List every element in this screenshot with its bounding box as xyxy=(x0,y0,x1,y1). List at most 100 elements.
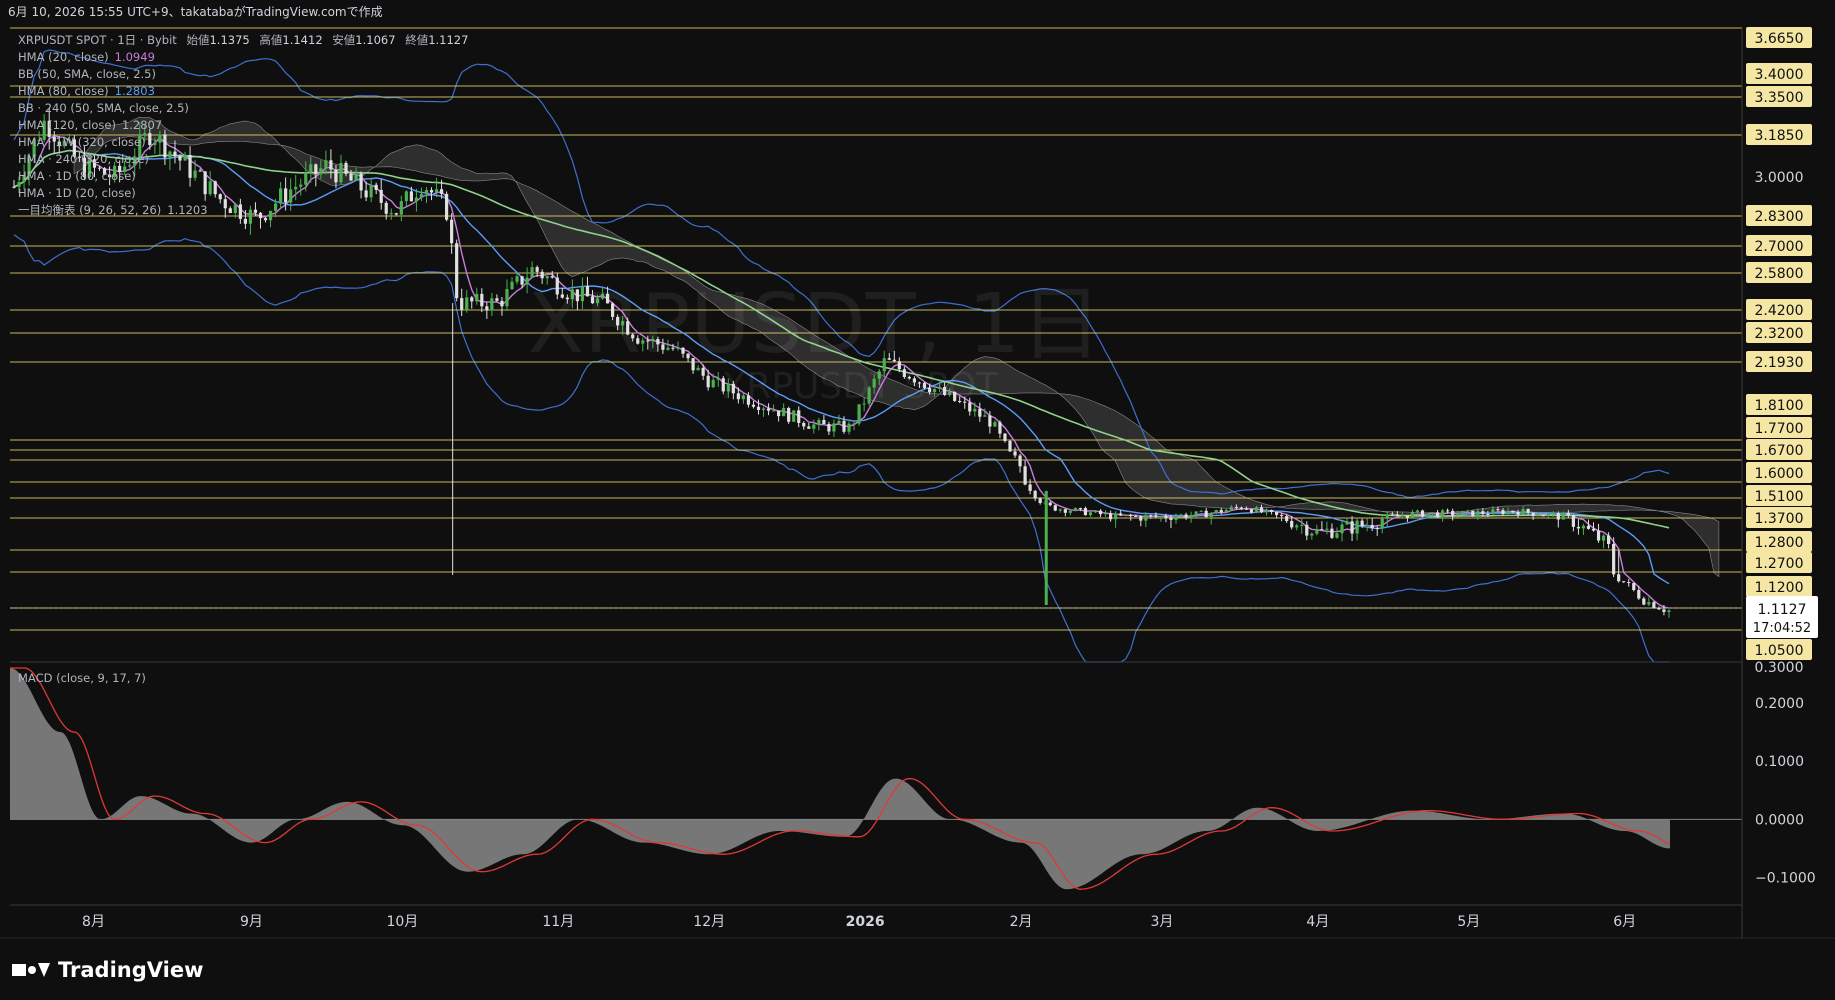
candle-body xyxy=(1627,582,1631,584)
low-value: 1.1067 xyxy=(355,33,396,47)
level-label: 1.0500 xyxy=(1755,643,1804,659)
macd-tick: 0.2000 xyxy=(1755,696,1804,712)
close-value: 1.1127 xyxy=(428,33,469,47)
high-value: 1.1412 xyxy=(282,33,323,47)
candle-body xyxy=(1405,515,1409,518)
candle-body xyxy=(1078,508,1083,510)
candle-body xyxy=(1219,510,1223,513)
candle-body xyxy=(1370,524,1374,529)
candle-body xyxy=(1280,515,1284,517)
level-label: 1.7700 xyxy=(1755,421,1804,437)
level-label: 2.3200 xyxy=(1755,326,1804,342)
candle-body xyxy=(1114,513,1118,520)
low-label: 安値 xyxy=(332,33,356,47)
candle-body xyxy=(771,410,776,412)
candle-body xyxy=(1028,484,1032,491)
candle-body xyxy=(1103,513,1108,515)
candle-body xyxy=(1048,502,1052,506)
candle-body xyxy=(807,426,811,429)
symbol-row[interactable]: XRPUSDT SPOT · 1日 · Bybit 始値1.1375 高値1.1… xyxy=(18,32,468,49)
current-price-countdown: 17:04:52 xyxy=(1753,621,1811,636)
tradingview-logo[interactable]: TradingView xyxy=(12,958,203,982)
level-label: 2.7000 xyxy=(1755,239,1804,255)
candle-body xyxy=(1420,510,1425,517)
legend-items: HMA (20, close) 1.0949 BB (50, SMA, close,… xyxy=(18,49,468,219)
legend-item[interactable]: 一目均衡表 (9, 26, 52, 26) 1.1203 xyxy=(18,202,468,219)
candle-body xyxy=(756,406,761,410)
candle-body xyxy=(1622,581,1626,583)
legend-item[interactable]: HMA · 1D (20, close) xyxy=(18,185,468,202)
candle-body xyxy=(1632,583,1636,590)
candle-body xyxy=(1536,515,1540,517)
candle-body xyxy=(1501,510,1505,515)
candle-body xyxy=(1320,529,1324,531)
candle-body xyxy=(475,293,479,302)
candle-body xyxy=(1224,509,1228,513)
legend-item-value: 1.2803 xyxy=(114,84,155,98)
candle-body xyxy=(1315,529,1319,534)
candle-body xyxy=(761,408,766,410)
candle-body xyxy=(1053,505,1057,511)
candle-body xyxy=(1521,509,1525,515)
level-label: 3.4000 xyxy=(1755,67,1804,83)
candle-body xyxy=(1395,514,1399,516)
candle-body xyxy=(1355,520,1359,534)
candle-body xyxy=(1068,511,1072,513)
candle-body xyxy=(1008,440,1012,452)
candle-body xyxy=(1249,509,1254,513)
legend-item[interactable]: HMA · 240 (320, close) xyxy=(18,151,468,168)
legend-item-label: HMA · 1D (20, close) xyxy=(18,186,136,200)
candle-body xyxy=(1023,466,1027,485)
candle-body xyxy=(837,420,841,424)
legend-item[interactable]: BB · 240 (50, SMA, close, 2.5) xyxy=(18,100,468,117)
candle-body xyxy=(1400,515,1404,517)
candle-body xyxy=(1264,509,1269,513)
symbol-line: XRPUSDT SPOT · 1日 · Bybit xyxy=(18,33,177,47)
candle-body xyxy=(1360,520,1364,526)
watermark-main: XRPUSDT, 1日 xyxy=(528,277,1102,372)
price-tick: 3.0000 xyxy=(1755,170,1804,186)
candle-body xyxy=(1139,516,1143,521)
candle-body xyxy=(1124,514,1128,516)
tradingview-logo-text: TradingView xyxy=(58,958,204,982)
level-label: 1.3700 xyxy=(1755,511,1804,527)
candle-body xyxy=(1526,509,1530,513)
time-tick: 12月 xyxy=(693,914,725,930)
candle-body xyxy=(782,408,786,417)
legend-item[interactable]: BB (50, SMA, close, 2.5) xyxy=(18,66,468,83)
candle-body xyxy=(1642,598,1646,605)
candle-body xyxy=(1169,517,1173,520)
legend-item[interactable]: HMA (20, close) 1.0949 xyxy=(18,49,468,66)
legend-item[interactable]: HMA (80, close) 1.2803 xyxy=(18,83,468,100)
candle-body xyxy=(1345,521,1349,525)
macd-pane: 0.2000 0.1000 0.0000 −0.1000 xyxy=(10,667,1816,890)
macd-title[interactable]: MACD (close, 9, 17, 7) xyxy=(18,671,146,685)
candle-body xyxy=(812,424,816,429)
candle-body xyxy=(1088,512,1093,516)
candle-body xyxy=(1430,512,1435,514)
candle-body xyxy=(1038,498,1042,503)
candle-body xyxy=(510,281,514,290)
candle-body xyxy=(495,298,499,301)
legend-item[interactable]: HMA · 1W (320, close) xyxy=(18,134,468,151)
candle-body xyxy=(1174,516,1178,520)
candle-body xyxy=(1435,512,1440,517)
candle-body xyxy=(832,423,836,432)
candle-body xyxy=(1058,509,1062,511)
legend-item-label: HMA (20, close) xyxy=(18,50,109,64)
candle-body xyxy=(847,423,851,432)
legend-item-label: HMA · 1W (320, close) xyxy=(18,135,146,149)
candle-body xyxy=(1189,514,1193,518)
level-label: 1.2800 xyxy=(1755,535,1804,551)
indicator-legend[interactable]: XRPUSDT SPOT · 1日 · Bybit 始値1.1375 高値1.1… xyxy=(18,32,468,219)
legend-item[interactable]: HMA · 1D (80, close) xyxy=(18,168,468,185)
legend-item[interactable]: HMA (120, close) 1.2807 xyxy=(18,117,468,134)
candle-body xyxy=(1184,514,1188,518)
price-tick: 0.3000 xyxy=(1755,660,1804,676)
tradingview-logo-icon xyxy=(12,963,50,977)
candle-body xyxy=(787,408,791,422)
candle-body xyxy=(1204,510,1208,518)
legend-item-label: BB · 240 (50, SMA, close, 2.5) xyxy=(18,101,189,115)
candle-body xyxy=(817,419,821,425)
candle-body xyxy=(243,218,247,224)
